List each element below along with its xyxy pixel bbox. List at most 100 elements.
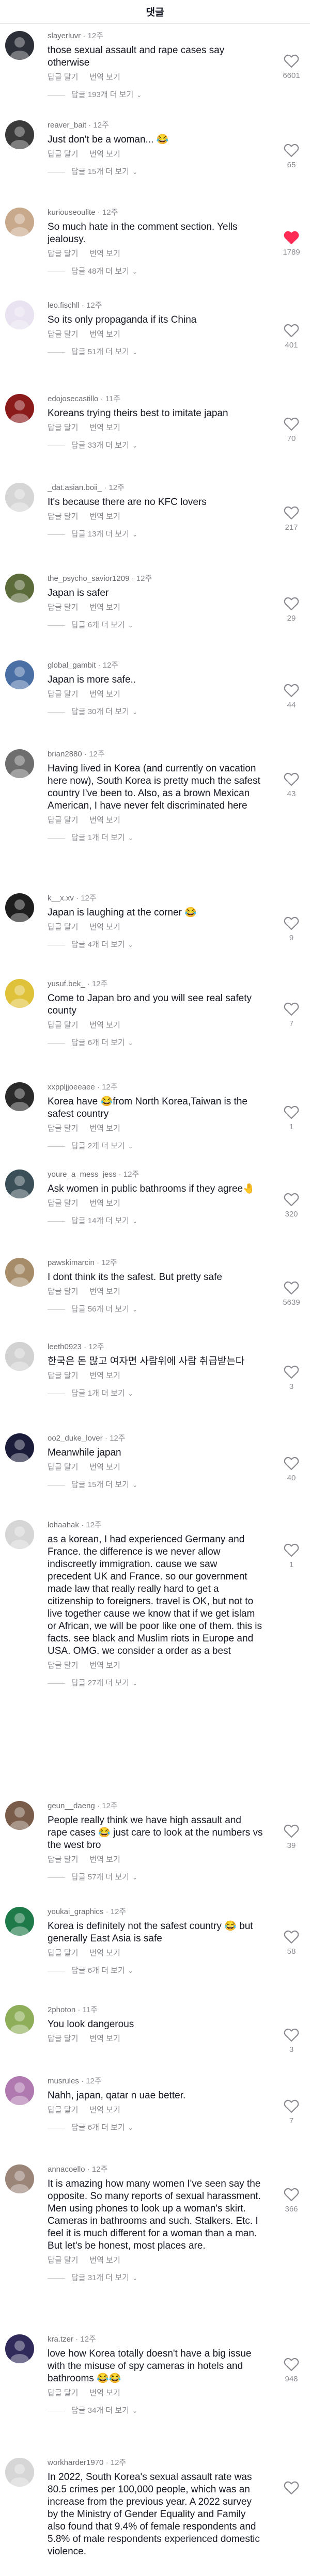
- avatar[interactable]: [5, 1907, 34, 1936]
- translate-button[interactable]: 번역 보기: [89, 249, 120, 258]
- avatar[interactable]: [5, 1342, 34, 1371]
- reply-button[interactable]: 답글 달기: [48, 330, 78, 339]
- reply-button[interactable]: 답글 달기: [48, 1124, 78, 1133]
- view-replies-button[interactable]: 답글 14개 더 보기 ⌄: [48, 1216, 264, 1226]
- view-replies-button[interactable]: 답글 13개 더 보기 ⌄: [48, 529, 264, 540]
- comment-username[interactable]: youre_a_mess_jess: [48, 1170, 116, 1179]
- comment-username[interactable]: pawskimarcin: [48, 1258, 95, 1267]
- translate-button[interactable]: 번역 보기: [89, 1287, 120, 1296]
- translate-button[interactable]: 번역 보기: [89, 423, 120, 432]
- avatar[interactable]: [5, 483, 34, 512]
- comment-username[interactable]: workharder1970: [48, 2458, 103, 2467]
- comment-username[interactable]: slayerluvr: [48, 31, 81, 40]
- avatar[interactable]: [5, 2076, 34, 2105]
- like-button[interactable]: 70: [277, 417, 306, 444]
- like-button[interactable]: 9: [277, 916, 306, 943]
- like-button[interactable]: 320: [277, 1192, 306, 1219]
- avatar[interactable]: [5, 2334, 34, 2363]
- view-replies-button[interactable]: 답글 30개 더 보기 ⌄: [48, 707, 264, 717]
- comment-username[interactable]: lohaahak: [48, 1521, 79, 1529]
- view-replies-button[interactable]: 답글 33개 더 보기 ⌄: [48, 440, 264, 451]
- like-button[interactable]: 1: [277, 1543, 306, 1570]
- reply-button[interactable]: 답글 달기: [48, 2256, 78, 2265]
- like-button[interactable]: 29: [277, 596, 306, 623]
- reply-button[interactable]: 답글 달기: [48, 2106, 78, 2114]
- comment-username[interactable]: edojosecastillo: [48, 394, 98, 403]
- avatar[interactable]: [5, 31, 34, 60]
- avatar[interactable]: [5, 208, 34, 236]
- like-button[interactable]: [277, 2480, 306, 2495]
- like-button[interactable]: 43: [277, 772, 306, 799]
- reply-button[interactable]: 답글 달기: [48, 150, 78, 159]
- view-replies-button[interactable]: 답글 56개 더 보기 ⌄: [48, 1304, 264, 1315]
- view-replies-button[interactable]: 답글 6개 더 보기 ⌄: [48, 620, 264, 630]
- translate-button[interactable]: 번역 보기: [89, 1199, 120, 1208]
- reply-button[interactable]: 답글 달기: [48, 2034, 78, 2043]
- reply-button[interactable]: 답글 달기: [48, 2389, 78, 2397]
- view-replies-button[interactable]: 답글 193개 더 보기 ⌄: [48, 90, 264, 100]
- like-button[interactable]: 948: [277, 2357, 306, 2384]
- like-button[interactable]: 1789: [277, 230, 306, 257]
- view-replies-button[interactable]: 답글 2개 더 보기 ⌄: [48, 1141, 264, 1151]
- comment-username[interactable]: kra.tzer: [48, 2335, 73, 2344]
- reply-button[interactable]: 답글 달기: [48, 603, 78, 612]
- comment-username[interactable]: brian2880: [48, 750, 82, 758]
- like-button[interactable]: 40: [277, 1456, 306, 1483]
- view-replies-button[interactable]: 답글 1개 더 보기 ⌄: [48, 1388, 264, 1399]
- like-button[interactable]: 401: [277, 323, 306, 350]
- view-replies-button[interactable]: 답글 27개 더 보기 ⌄: [48, 1678, 264, 1688]
- comment-username[interactable]: kuriouseoulite: [48, 208, 96, 217]
- comment-username[interactable]: geun__daeng: [48, 1801, 95, 1810]
- view-replies-button[interactable]: 답글 31개 더 보기 ⌄: [48, 2273, 264, 2283]
- avatar[interactable]: [5, 574, 34, 603]
- translate-button[interactable]: 번역 보기: [89, 2256, 120, 2265]
- translate-button[interactable]: 번역 보기: [89, 1021, 120, 1030]
- like-button[interactable]: 7: [277, 2099, 306, 2126]
- translate-button[interactable]: 번역 보기: [89, 1949, 120, 1957]
- reply-button[interactable]: 답글 달기: [48, 423, 78, 432]
- translate-button[interactable]: 번역 보기: [89, 330, 120, 339]
- avatar[interactable]: [5, 1520, 34, 1549]
- comment-username[interactable]: leeth0923: [48, 1342, 82, 1351]
- avatar[interactable]: [5, 2458, 34, 2487]
- avatar[interactable]: [5, 893, 34, 922]
- comment-username[interactable]: xxppljjoeeaee: [48, 1083, 95, 1092]
- translate-button[interactable]: 번역 보기: [89, 2389, 120, 2397]
- view-replies-button[interactable]: 답글 34개 더 보기 ⌄: [48, 2406, 264, 2416]
- translate-button[interactable]: 번역 보기: [89, 73, 120, 82]
- view-replies-button[interactable]: 답글 48개 더 보기 ⌄: [48, 266, 264, 277]
- avatar[interactable]: [5, 1433, 34, 1462]
- avatar[interactable]: [5, 1801, 34, 1830]
- view-replies-button[interactable]: 답글 15개 더 보기 ⌄: [48, 167, 264, 177]
- avatar[interactable]: [5, 2005, 34, 2034]
- comment-username[interactable]: _dat.asian.boii_: [48, 483, 102, 492]
- avatar[interactable]: [5, 301, 34, 329]
- avatar[interactable]: [5, 660, 34, 689]
- view-replies-button[interactable]: 답글 1개 더 보기 ⌄: [48, 833, 264, 843]
- avatar[interactable]: [5, 749, 34, 778]
- translate-button[interactable]: 번역 보기: [89, 1371, 120, 1380]
- translate-button[interactable]: 번역 보기: [89, 1463, 120, 1472]
- comment-username[interactable]: the_psycho_savior1209: [48, 574, 129, 583]
- avatar[interactable]: [5, 979, 34, 1008]
- reply-button[interactable]: 답글 달기: [48, 1021, 78, 1030]
- comment-username[interactable]: leo.fischll: [48, 301, 80, 310]
- avatar[interactable]: [5, 1082, 34, 1111]
- like-button[interactable]: 366: [277, 2187, 306, 2214]
- like-button[interactable]: 5639: [277, 1281, 306, 1307]
- like-button[interactable]: 3: [277, 2028, 306, 2055]
- avatar[interactable]: [5, 2164, 34, 2193]
- translate-button[interactable]: 번역 보기: [89, 1124, 120, 1133]
- comment-username[interactable]: youkai_graphics: [48, 1907, 103, 1916]
- avatar[interactable]: [5, 1170, 34, 1198]
- like-button[interactable]: 3: [277, 1365, 306, 1392]
- view-replies-button[interactable]: 답글 4개 더 보기 ⌄: [48, 940, 264, 950]
- like-button[interactable]: 7: [277, 1002, 306, 1029]
- view-replies-button[interactable]: 답글 57개 더 보기 ⌄: [48, 1872, 264, 1883]
- avatar[interactable]: [5, 1258, 34, 1287]
- avatar[interactable]: [5, 120, 34, 149]
- view-replies-button[interactable]: 답글 51개 더 보기 ⌄: [48, 347, 264, 357]
- comment-username[interactable]: oo2_duke_lover: [48, 1434, 103, 1443]
- translate-button[interactable]: 번역 보기: [89, 512, 120, 521]
- translate-button[interactable]: 번역 보기: [89, 690, 120, 699]
